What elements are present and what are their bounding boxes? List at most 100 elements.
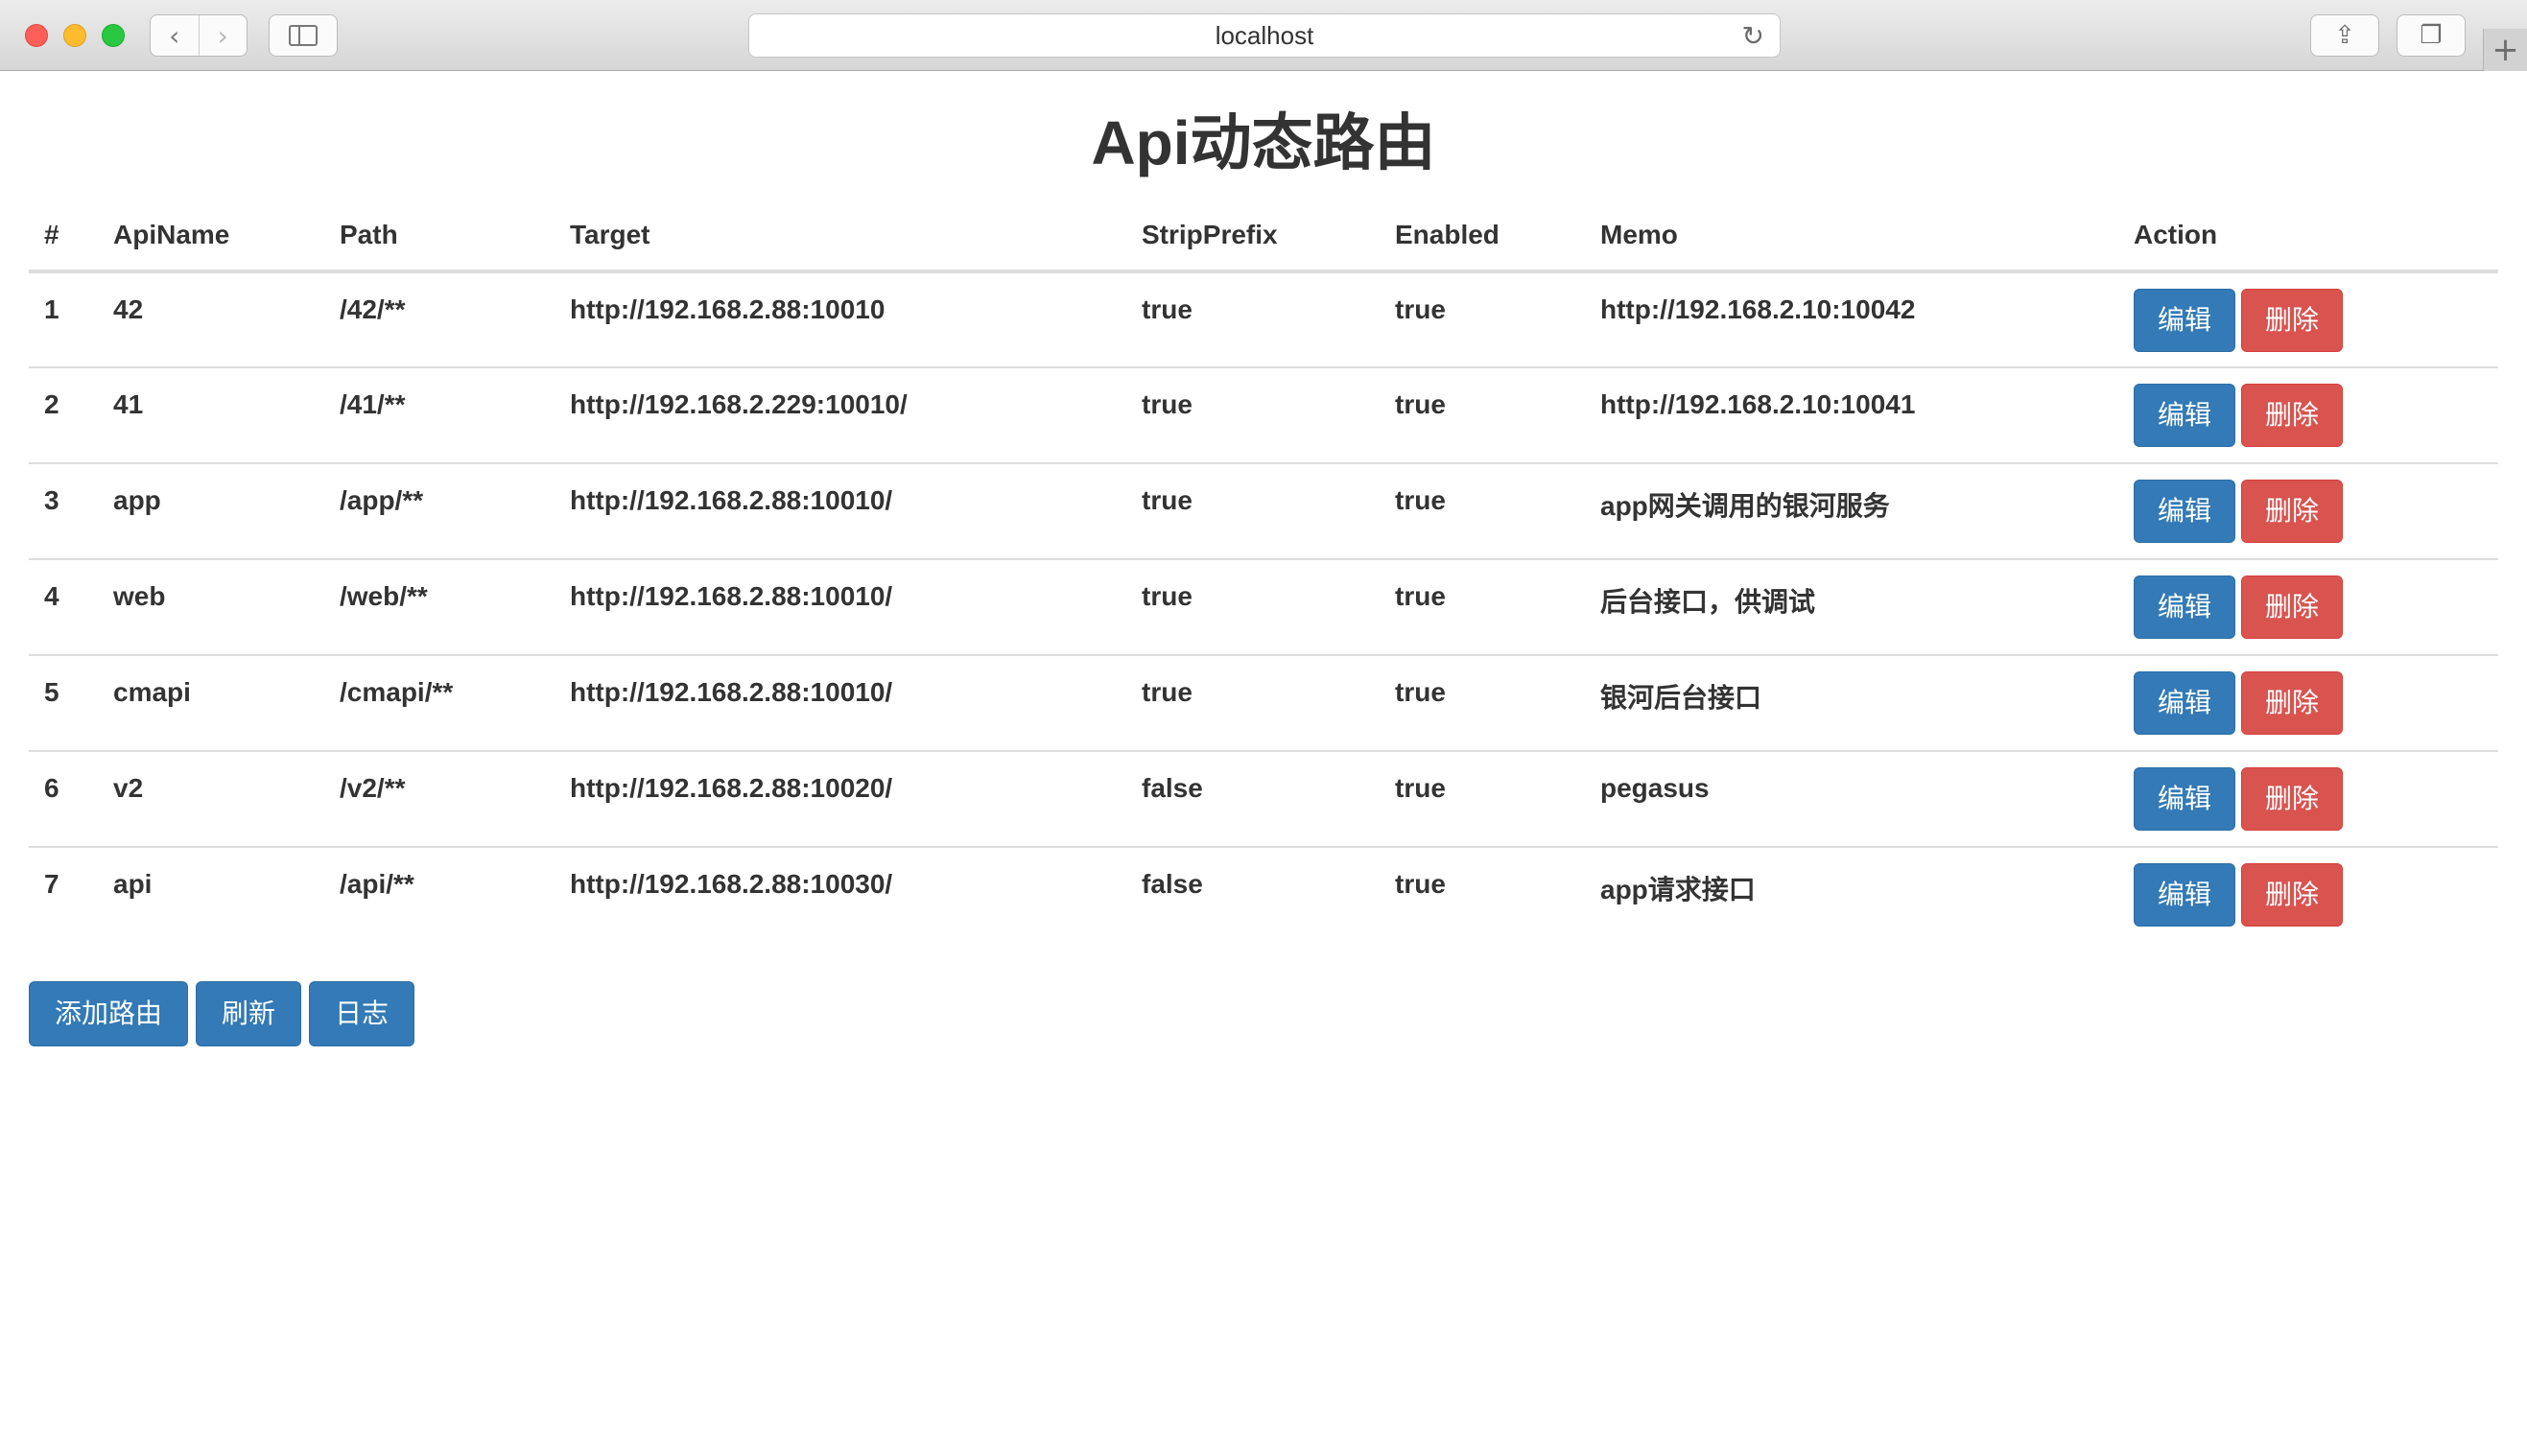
routes-table: # ApiName Path Target StripPrefix Enable…	[29, 200, 2498, 943]
edit-button[interactable]: 编辑	[2134, 863, 2236, 927]
page-title: Api动态路由	[1091, 108, 1436, 177]
cell-strip-prefix: true	[1126, 462, 1380, 559]
table-row: 2 41 /41/** http://192.168.2.229:10010/ …	[29, 366, 2498, 463]
edit-button[interactable]: 编辑	[2134, 671, 2236, 735]
cell-memo: pegasus	[1585, 750, 2118, 847]
tabs-overview-button[interactable]: ❐	[2397, 14, 2466, 57]
edit-button[interactable]: 编辑	[2134, 384, 2236, 447]
table-row: 3 app /app/** http://192.168.2.88:10010/…	[29, 462, 2498, 559]
cell-api-name: 41	[98, 366, 324, 463]
new-tab-button[interactable]: +	[2483, 29, 2527, 71]
cell-path: /41/**	[324, 366, 555, 463]
cell-target: http://192.168.2.88:10010/	[555, 462, 1126, 559]
delete-button[interactable]: 删除	[2241, 289, 2344, 352]
tabs-overview-icon: ❐	[2420, 21, 2443, 50]
cell-api-name: api	[98, 846, 324, 943]
cell-memo: 银河后台接口	[1585, 654, 2118, 751]
back-button[interactable]: ‹	[151, 15, 199, 56]
cell-target: http://192.168.2.229:10010/	[555, 366, 1126, 463]
forward-button[interactable]: ›	[198, 15, 248, 56]
table-row: 6 v2 /v2/** http://192.168.2.88:10020/ f…	[29, 750, 2498, 847]
cell-index: 5	[29, 654, 98, 751]
table-row: 7 api /api/** http://192.168.2.88:10030/…	[29, 846, 2498, 943]
cell-path: /web/**	[324, 558, 555, 655]
header-path: Path	[324, 200, 555, 273]
delete-button[interactable]: 删除	[2241, 575, 2344, 639]
cell-api-name: app	[98, 462, 324, 559]
header-strip-prefix: StripPrefix	[1126, 200, 1380, 273]
close-window-button[interactable]	[25, 24, 48, 47]
edit-button[interactable]: 编辑	[2134, 575, 2236, 639]
cell-index: 1	[44, 294, 59, 324]
header-memo: Memo	[1585, 200, 2118, 273]
cell-api-name: 42	[113, 294, 144, 324]
log-button[interactable]: 日志	[309, 981, 415, 1046]
cell-action: 编辑 删除	[2118, 750, 2498, 847]
cell-index: 3	[29, 462, 98, 559]
cell-memo: app请求接口	[1585, 846, 2118, 943]
table-header-row: # ApiName Path Target StripPrefix Enable…	[29, 200, 2498, 273]
add-route-button[interactable]: 添加路由	[29, 981, 189, 1046]
table-row: 1 42 /42/** http://192.168.2.88:10010 tr…	[29, 271, 2498, 367]
edit-button[interactable]: 编辑	[2134, 767, 2236, 831]
cell-action: 编辑 删除	[2118, 462, 2498, 559]
sidebar-icon	[289, 25, 318, 46]
minimize-window-button[interactable]	[63, 24, 86, 47]
header-enabled: Enabled	[1380, 200, 1585, 273]
delete-button[interactable]: 删除	[2241, 863, 2344, 927]
cell-strip-prefix: false	[1126, 750, 1380, 847]
cell-enabled: true	[1380, 462, 1585, 559]
header-index: #	[29, 200, 98, 273]
cell-action: 编辑 删除	[2118, 271, 2498, 367]
cell-path: /v2/**	[324, 750, 555, 847]
cell-memo: 后台接口，供调试	[1585, 558, 2118, 655]
zoom-window-button[interactable]	[102, 24, 125, 47]
reload-icon[interactable]: ↻	[1742, 20, 1764, 52]
cell-enabled: true	[1380, 366, 1585, 463]
cell-index: 4	[29, 558, 98, 655]
cell-memo: http://192.168.2.10:10041	[1585, 366, 2118, 463]
edit-button[interactable]: 编辑	[2134, 289, 2236, 352]
header-action: Action	[2118, 200, 2498, 273]
cell-strip-prefix: true	[1126, 558, 1380, 655]
cell-enabled: true	[1380, 846, 1585, 943]
delete-button[interactable]: 删除	[2241, 671, 2344, 735]
delete-button[interactable]: 删除	[2241, 480, 2344, 543]
cell-target: http://192.168.2.88:10030/	[555, 846, 1126, 943]
edit-button[interactable]: 编辑	[2134, 480, 2236, 543]
cell-index: 7	[29, 846, 98, 943]
refresh-button[interactable]: 刷新	[196, 981, 302, 1046]
cell-target: http://192.168.2.88:10020/	[555, 750, 1126, 847]
browser-toolbar: ‹ › localhost ↻ ⇪ ❐ +	[0, 0, 2527, 71]
cell-strip-prefix: false	[1126, 846, 1380, 943]
cell-api-name: cmapi	[98, 654, 324, 751]
share-button[interactable]: ⇪	[2310, 14, 2379, 57]
cell-path: /app/**	[324, 462, 555, 559]
history-nav: ‹ ›	[150, 14, 248, 57]
table-row: 5 cmapi /cmapi/** http://192.168.2.88:10…	[29, 654, 2498, 751]
footer-actions: 添加路由 刷新 日志	[29, 981, 2498, 1046]
cell-action: 编辑 删除	[2118, 846, 2498, 943]
cell-strip-prefix: true	[1126, 654, 1380, 751]
table-row: 4 web /web/** http://192.168.2.88:10010/…	[29, 558, 2498, 655]
cell-index: 2	[29, 366, 98, 463]
cell-api-name: web	[98, 558, 324, 655]
cell-enabled: true	[1380, 750, 1585, 847]
cell-action: 编辑 删除	[2118, 654, 2498, 751]
cell-enabled: true	[1380, 654, 1585, 751]
cell-path: /api/**	[324, 846, 555, 943]
page-content: Api动态路由 # ApiName Path Target StripPrefi…	[29, 72, 2498, 1046]
plus-icon: +	[2492, 31, 2519, 69]
cell-memo: http://192.168.2.10:10042	[1600, 294, 1916, 324]
cell-target: http://192.168.2.88:10010/	[555, 558, 1126, 655]
cell-api-name: v2	[98, 750, 324, 847]
delete-button[interactable]: 删除	[2241, 767, 2344, 831]
cell-path: /42/**	[340, 294, 406, 324]
address-bar[interactable]: localhost ↻	[748, 13, 1781, 58]
cell-target: http://192.168.2.88:10010	[570, 294, 886, 324]
cell-index: 6	[29, 750, 98, 847]
delete-button[interactable]: 删除	[2241, 384, 2344, 447]
header-target: Target	[555, 200, 1126, 273]
url-text: localhost	[1215, 20, 1314, 50]
sidebar-toggle-button[interactable]	[269, 14, 338, 57]
